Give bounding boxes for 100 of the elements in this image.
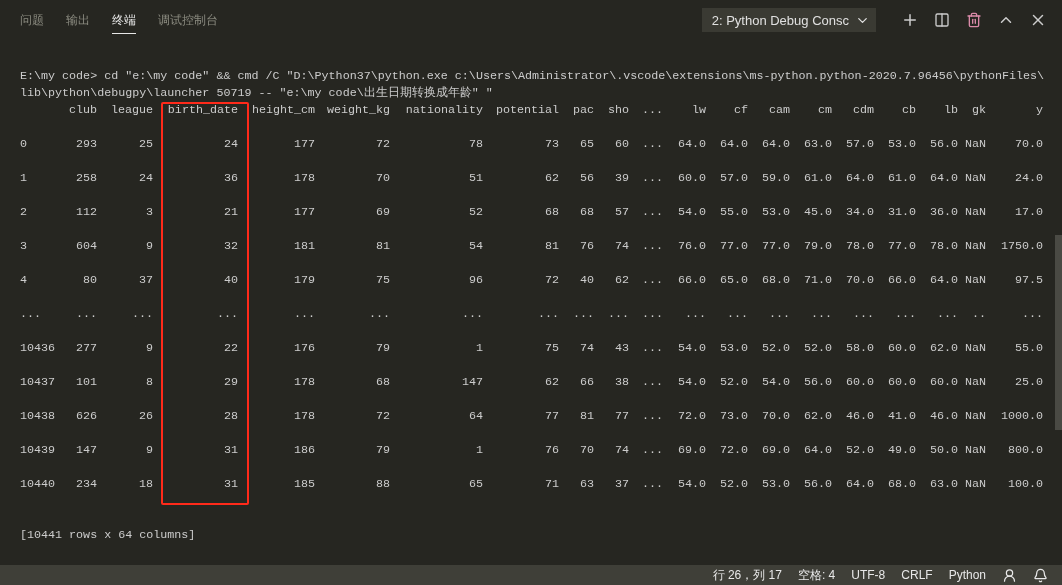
table-cell: 56.0 [803, 374, 832, 391]
status-item[interactable]: CRLF [901, 568, 933, 582]
table-cell: 52.0 [803, 340, 832, 357]
table-cell: 77.0 [719, 238, 748, 255]
column-header: nationality [405, 102, 483, 119]
table-cell: 65.0 [719, 272, 748, 289]
column-header: cm [817, 102, 832, 119]
table-cell: 77.0 [887, 238, 916, 255]
panel-tab[interactable]: 问题 [20, 6, 44, 34]
table-cell: 72.0 [719, 442, 748, 459]
table-cell: 88 [375, 476, 390, 493]
table-cell: 31 [223, 476, 238, 493]
table-cell: 65 [579, 136, 594, 153]
table-cell: 52.0 [845, 442, 874, 459]
table-cell: ... [368, 306, 390, 323]
table-cell: 36 [223, 170, 238, 187]
table-cell: 9 [146, 340, 153, 357]
table-cell: 76 [579, 238, 594, 255]
table-cell: 54 [468, 238, 483, 255]
table-cell: 70 [375, 170, 390, 187]
table-cell: 76.0 [677, 238, 706, 255]
table-cell: 186 [293, 442, 315, 459]
table-cell: 21 [223, 204, 238, 221]
table-cell: 77 [614, 408, 629, 425]
terminal-dropdown[interactable]: 2: Python Debug Consc [701, 8, 876, 32]
column-header: cb [901, 102, 916, 119]
table-cell: 31 [223, 442, 238, 459]
panel-tab[interactable]: 终端 [112, 6, 136, 34]
status-item[interactable]: 空格: 4 [797, 566, 836, 584]
table-cell: 38 [614, 374, 629, 391]
table-cell: ... [810, 306, 832, 323]
table-cell: NaN [964, 408, 986, 425]
table-cell: 40 [223, 272, 238, 289]
bell-icon[interactable] [1033, 567, 1048, 583]
table-cell: 147 [461, 374, 483, 391]
status-item[interactable]: 行 26，列 17 [712, 566, 782, 584]
table-cell: ... [641, 204, 663, 221]
column-header: height_cm [251, 102, 315, 119]
table-cell: 185 [293, 476, 315, 493]
table-cell: 70 [579, 442, 594, 459]
column-header: league [110, 102, 153, 119]
table-cell: 18 [138, 476, 153, 493]
table-cell: 29 [223, 374, 238, 391]
scrollbar-thumb[interactable] [1055, 235, 1062, 430]
person-icon[interactable] [1002, 567, 1017, 583]
table-cell: ... [572, 306, 594, 323]
table-cell: 54.0 [677, 340, 706, 357]
table-cell: ... [293, 306, 315, 323]
table-cell: 181 [293, 238, 315, 255]
table-cell: 32 [223, 238, 238, 255]
table-cell: 34.0 [845, 204, 874, 221]
table-cell: 77.0 [761, 238, 790, 255]
table-cell: 53.0 [761, 204, 790, 221]
table-cell: NaN [964, 442, 986, 459]
table-cell: 64.0 [761, 136, 790, 153]
table-cell: 293 [75, 136, 97, 153]
table-summary: [10441 rows x 64 columns] [20, 527, 196, 544]
table-cell: ... [641, 374, 663, 391]
panel-tab[interactable]: 输出 [66, 6, 90, 34]
table-cell: 178 [293, 408, 315, 425]
table-cell: ... [641, 170, 663, 187]
table-cell: ... [131, 306, 153, 323]
table-cell: NaN [964, 374, 986, 391]
table-cell: 56.0 [803, 476, 832, 493]
table-cell: 81 [579, 408, 594, 425]
column-header: pac [572, 102, 594, 119]
table-cell: 80 [82, 272, 97, 289]
table-cell: 46.0 [929, 408, 958, 425]
status-item[interactable]: UTF-8 [851, 568, 886, 582]
table-cell: 60.0 [929, 374, 958, 391]
table-cell: 75 [375, 272, 390, 289]
table-cell: 60.0 [677, 170, 706, 187]
table-cell: 70.0 [761, 408, 790, 425]
panel-tab[interactable]: 调试控制台 [158, 6, 218, 34]
row-index: 3 [20, 238, 27, 255]
table-cell: 3 [146, 204, 153, 221]
table-cell: 112 [75, 204, 97, 221]
table-cell: 64 [468, 408, 483, 425]
table-cell: 65 [468, 476, 483, 493]
table-cell: 68 [375, 374, 390, 391]
table-cell: 74 [579, 340, 594, 357]
table-cell: ... [894, 306, 916, 323]
column-header: ... [641, 102, 663, 119]
table-cell: 1750.0 [1000, 238, 1043, 255]
table-cell: 26 [138, 408, 153, 425]
table-cell: NaN [964, 238, 986, 255]
status-item[interactable]: Python [948, 568, 986, 582]
table-cell: 71 [544, 476, 559, 493]
table-cell: 74 [614, 238, 629, 255]
table-cell: 76 [544, 442, 559, 459]
table-cell: ... [216, 306, 238, 323]
table-cell: 68 [544, 204, 559, 221]
table-cell: 31.0 [887, 204, 916, 221]
column-header: lb [943, 102, 958, 119]
table-cell: 56.0 [929, 136, 958, 153]
table-cell: 68.0 [761, 272, 790, 289]
row-index: ... [20, 306, 42, 323]
command-line: E:\my code> cd "e:\my code" && cmd /C "D:\Python37\python.exe c:\Users\Administrator\.vscode\extensions\ms-python.python-2020.7.96456\pythonFiles\ [20, 68, 1044, 85]
row-index: 1 [20, 170, 27, 187]
table-cell: ... [75, 306, 97, 323]
